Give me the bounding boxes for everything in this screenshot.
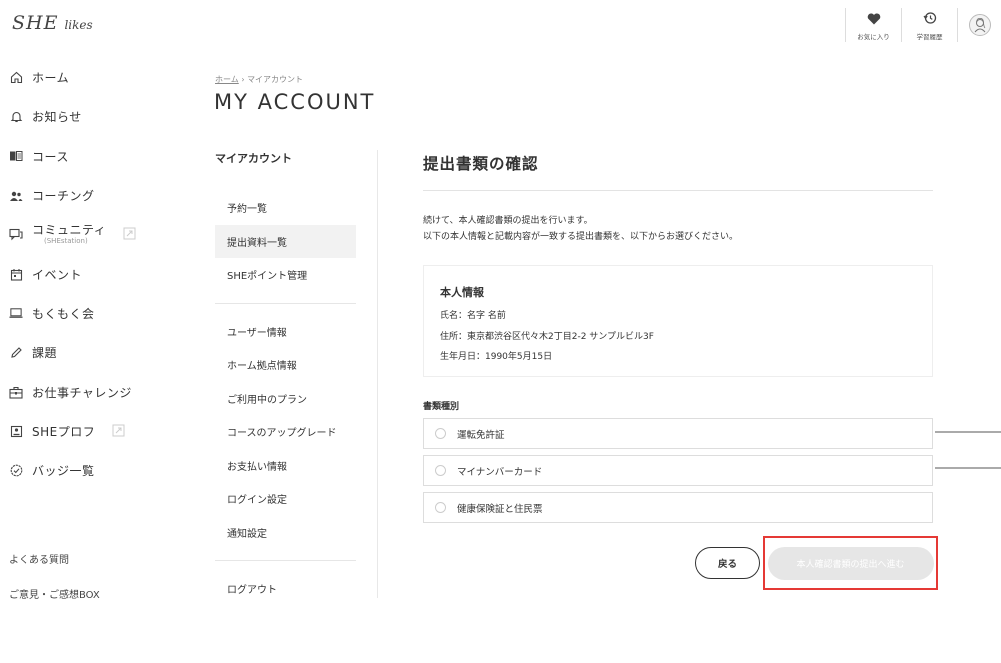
user-avatar-button[interactable]	[957, 8, 1001, 42]
column-divider	[377, 150, 378, 598]
nav-item-events[interactable]: イベント	[0, 254, 150, 293]
personal-info-card: 本人情報 氏名：名字 名前 住所：東京都渋谷区代々木2丁目2-2 サンプルビル3…	[423, 265, 933, 377]
external-link-icon	[123, 225, 136, 244]
faq-link[interactable]: よくある質問	[9, 551, 69, 566]
option-my-number-card[interactable]: マイナンバーカード	[423, 455, 933, 486]
feedback-link[interactable]: ご意見・ご感想BOX	[9, 586, 100, 601]
menu-item-payment[interactable]: お支払い情報	[215, 449, 356, 483]
menu-item-notification-settings[interactable]: 通知設定	[215, 516, 356, 550]
highlight-box: 本人確認書類の提出へ進む	[763, 536, 938, 590]
annotation-line	[935, 431, 1001, 433]
logo-she: SHE	[12, 12, 59, 34]
info-address: 住所：東京都渋谷区代々木2丁目2-2 サンプルビル3F	[440, 331, 654, 342]
nav-label: コミュニティ	[32, 223, 107, 238]
menu-item-login-settings[interactable]: ログイン設定	[215, 482, 356, 516]
breadcrumb-separator: ›	[241, 75, 245, 84]
option-label: マイナンバーカード	[457, 466, 543, 478]
personal-info-title: 本人情報	[440, 286, 484, 299]
menu-item-logout[interactable]: ログアウト	[215, 572, 356, 606]
divider	[215, 560, 356, 561]
nav-item-notifications[interactable]: お知らせ	[0, 97, 150, 136]
nav-label: お仕事チャレンジ	[32, 385, 132, 400]
nav-label: SHEプロフ	[32, 424, 96, 439]
page-title: MY ACCOUNT	[214, 90, 376, 114]
nav-label: ホーム	[32, 71, 70, 86]
logo[interactable]: SHE likes	[12, 12, 93, 34]
profile-card-icon	[9, 424, 23, 438]
nav-label: バッジ一覧	[32, 464, 95, 479]
nav-item-course[interactable]: コース	[0, 137, 150, 176]
header-actions: お気に入り 学習履歴	[845, 8, 1001, 42]
nav-item-assignments[interactable]: 課題	[0, 333, 150, 372]
main-content: 提出書類の確認 続けて、本人確認書類の提出を行います。 以下の本人情報と記載内容…	[423, 150, 933, 523]
history-icon	[923, 10, 937, 29]
calendar-icon	[9, 267, 23, 281]
badge-icon	[9, 464, 23, 478]
info-birthday: 生年月日：1990年5月15日	[440, 352, 553, 362]
menu-item-user-info[interactable]: ユーザー情報	[215, 315, 356, 349]
chat-icon	[9, 228, 23, 242]
book-icon	[9, 149, 23, 163]
option-drivers-license[interactable]: 運転免許証	[423, 418, 933, 449]
nav-item-community[interactable]: コミュニティ (SHEstation)	[0, 215, 150, 254]
document-type-label: 書類種別	[423, 402, 460, 412]
avatar	[968, 14, 991, 36]
nav-label: コーチング	[32, 189, 95, 204]
history-button[interactable]: 学習履歴	[901, 8, 957, 42]
nav-item-work-challenge[interactable]: お仕事チャレンジ	[0, 372, 150, 411]
menu-item-course-upgrade[interactable]: コースのアップグレード	[215, 415, 356, 449]
nav-label: 課題	[32, 346, 58, 361]
briefcase-icon	[9, 385, 23, 399]
external-link-icon	[112, 422, 125, 441]
favorites-label: お気に入り	[857, 32, 890, 41]
main-sidebar: ホーム お知らせ コース コーチング コミュニティ (SHEstation) イ…	[0, 58, 150, 490]
form-actions: 戻る	[695, 547, 760, 579]
account-menu-heading: マイアカウント	[215, 152, 292, 165]
nav-label: コース	[32, 149, 69, 164]
divider	[215, 302, 356, 304]
option-label: 健康保険証と住民票	[457, 503, 543, 515]
nav-item-mokumoku[interactable]: もくもく会	[0, 294, 150, 333]
radio-button[interactable]	[435, 428, 446, 439]
intro-line: 以下の本人情報と記載内容が一致する提出書類を、以下からお選びください。	[423, 232, 739, 242]
section-title: 提出書類の確認	[423, 150, 933, 191]
pencil-icon	[9, 346, 23, 360]
menu-item-current-plan[interactable]: ご利用中のプラン	[215, 382, 356, 416]
favorites-button[interactable]: お気に入り	[845, 8, 901, 42]
home-icon	[9, 71, 23, 85]
heart-icon	[867, 10, 881, 29]
menu-item-she-points[interactable]: SHEポイント管理	[215, 258, 356, 292]
nav-label: もくもく会	[32, 306, 95, 321]
nav-item-badges[interactable]: バッジ一覧	[0, 451, 150, 490]
annotation-line	[935, 467, 1001, 469]
option-insurance-card-and-resident-record[interactable]: 健康保険証と住民票	[423, 492, 933, 523]
intro-line: 続けて、本人確認書類の提出を行います。	[423, 216, 593, 226]
menu-item-reservations[interactable]: 予約一覧	[215, 191, 356, 225]
people-icon	[9, 189, 23, 203]
account-menu: マイアカウント 予約一覧 提出資料一覧 SHEポイント管理 ユーザー情報 ホーム…	[215, 150, 356, 606]
history-label: 学習履歴	[916, 32, 943, 41]
nav-sublabel: (SHEstation)	[44, 236, 88, 245]
option-label: 運転免許証	[457, 429, 505, 441]
radio-button[interactable]	[435, 465, 446, 476]
back-button[interactable]: 戻る	[695, 547, 760, 579]
proceed-to-submission-button[interactable]: 本人確認書類の提出へ進む	[767, 546, 934, 580]
nav-label: イベント	[32, 267, 83, 282]
menu-item-submitted-documents[interactable]: 提出資料一覧	[215, 224, 356, 258]
logo-likes: likes	[64, 18, 93, 32]
nav-item-she-profile[interactable]: SHEプロフ	[0, 412, 150, 451]
breadcrumb: ホーム › マイアカウント	[215, 74, 303, 85]
nav-item-home[interactable]: ホーム	[0, 58, 150, 97]
info-name: 氏名：名字 名前	[440, 311, 506, 321]
nav-item-coaching[interactable]: コーチング	[0, 176, 150, 215]
intro-text: 続けて、本人確認書類の提出を行います。 以下の本人情報と記載内容が一致する提出書…	[423, 213, 933, 245]
breadcrumb-current: マイアカウント	[247, 75, 304, 84]
menu-item-home-base[interactable]: ホーム拠点情報	[215, 348, 356, 382]
laptop-icon	[9, 306, 23, 320]
radio-button[interactable]	[435, 502, 446, 513]
bell-icon	[9, 110, 23, 124]
breadcrumb-home[interactable]: ホーム	[215, 75, 239, 84]
nav-label: お知らせ	[32, 110, 82, 125]
